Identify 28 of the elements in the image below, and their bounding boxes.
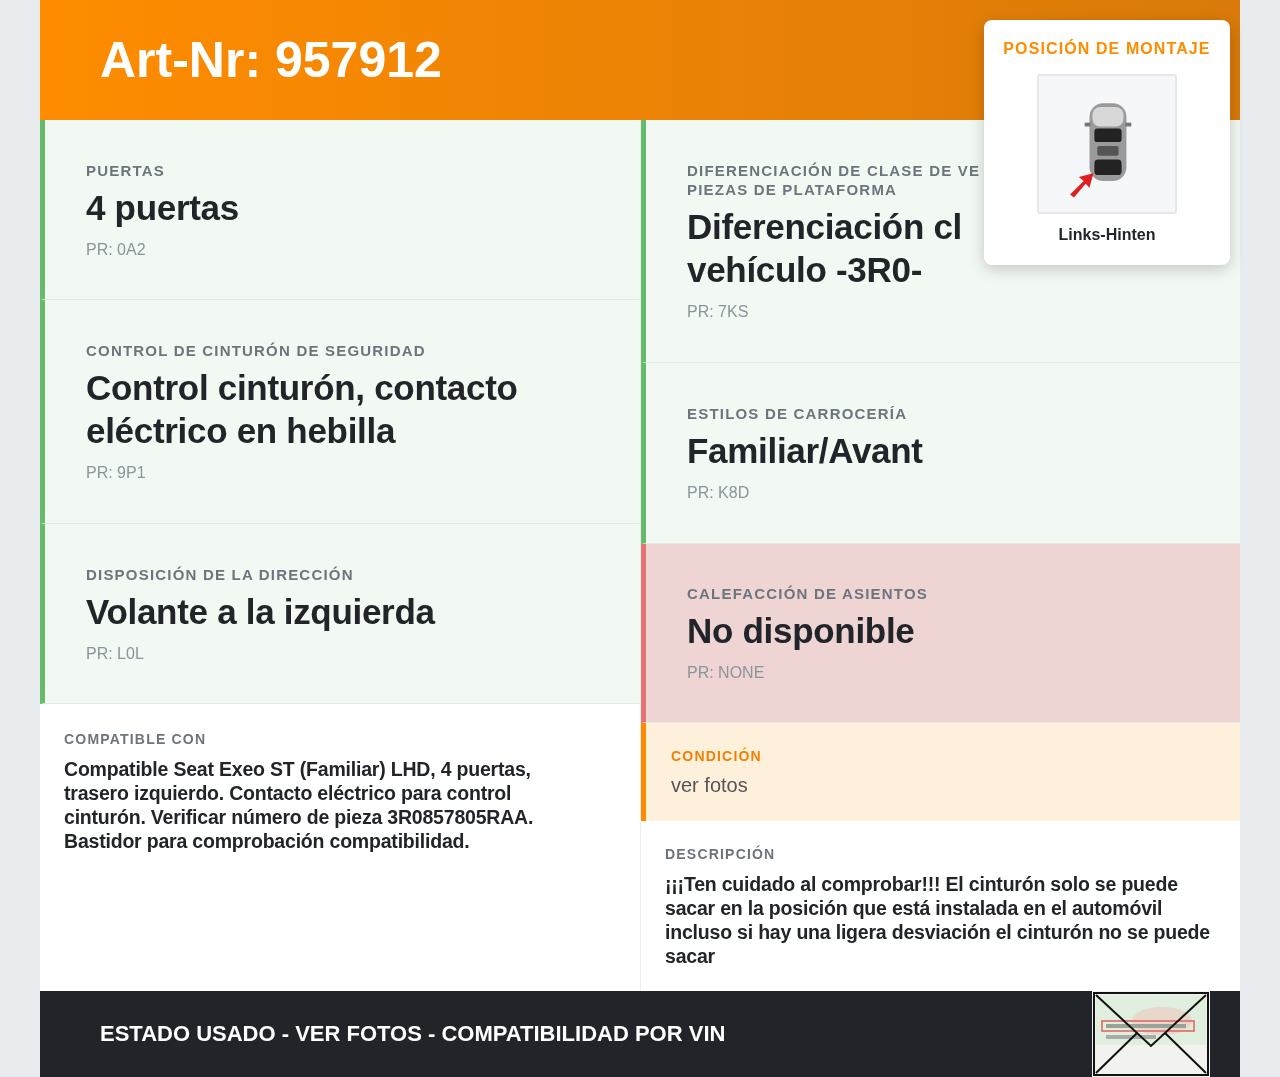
pr-code: PR: 0A2 [86, 240, 147, 259]
spec-value: Control cinturón, contacto eléctrico en hebilla [86, 367, 519, 452]
spec-label: PUERTAS [86, 160, 166, 180]
footer-text: ESTADO USADO - VER FOTOS - COMPATIBILIDAD POR VIN [100, 1021, 726, 1047]
compatible-label: COMPATIBLE CON [64, 730, 208, 749]
description-label: DESCRIPCIÓN [665, 845, 777, 864]
popup-title: POSICIÓN DE MONTAJE [1003, 40, 1211, 58]
pr-code: PR: 7KS [687, 303, 750, 321]
spec-value: No disponible [687, 610, 915, 652]
spec-value: 4 puertas [86, 186, 239, 229]
spec-label: CALEFACCIÓN DE ASIENTOS [687, 584, 929, 603]
spec-label: CONTROL DE CINTURÓN DE SEGURIDAD [86, 341, 427, 360]
description-text: ¡¡¡Ten cuidado al comprobar!!! El cinturón solo se puede sacar en la posición que está instalada en el automóvil incluso si hay una ligera desviación el cinturón no se puede sacar [665, 872, 1211, 968]
pr-code: PR: 9P1 [86, 464, 147, 482]
pr-code: PR: K8D [687, 484, 751, 502]
spec-value: Familiar/Avant [687, 430, 923, 472]
mounting-caption: Links-Hinten [1058, 226, 1156, 244]
compatibility-text: Compatible Seat Exeo ST (Familiar) LHD, 4 puertas, trasero izquierdo. Contacto eléctrico para control cinturón. Verificar número de pieza 3R0857805RAA. Bastidor para comprobación compatibilidad. [64, 757, 535, 853]
condition-label: CONDICIÓN [671, 747, 763, 766]
spec-value: Diferenciación cl vehículo -3R0- [687, 206, 962, 291]
article-number: Art-Nr: 957912 [100, 31, 442, 89]
pr-code: PR: L0L [86, 644, 145, 663]
spec-label: DIFERENCIACIÓN DE CLASE DE VE PIEZAS DE PLATAFORMA [687, 161, 982, 199]
spec-label: ESTILOS DE CARROCERÍA [687, 404, 909, 423]
spec-label: DISPOSICIÓN DE LA DIRECCIÓN [86, 564, 355, 584]
spec-value: Volante a la izquierda [86, 590, 435, 633]
pr-code: PR: NONE [687, 664, 766, 682]
condition-value: ver fotos [671, 774, 749, 797]
